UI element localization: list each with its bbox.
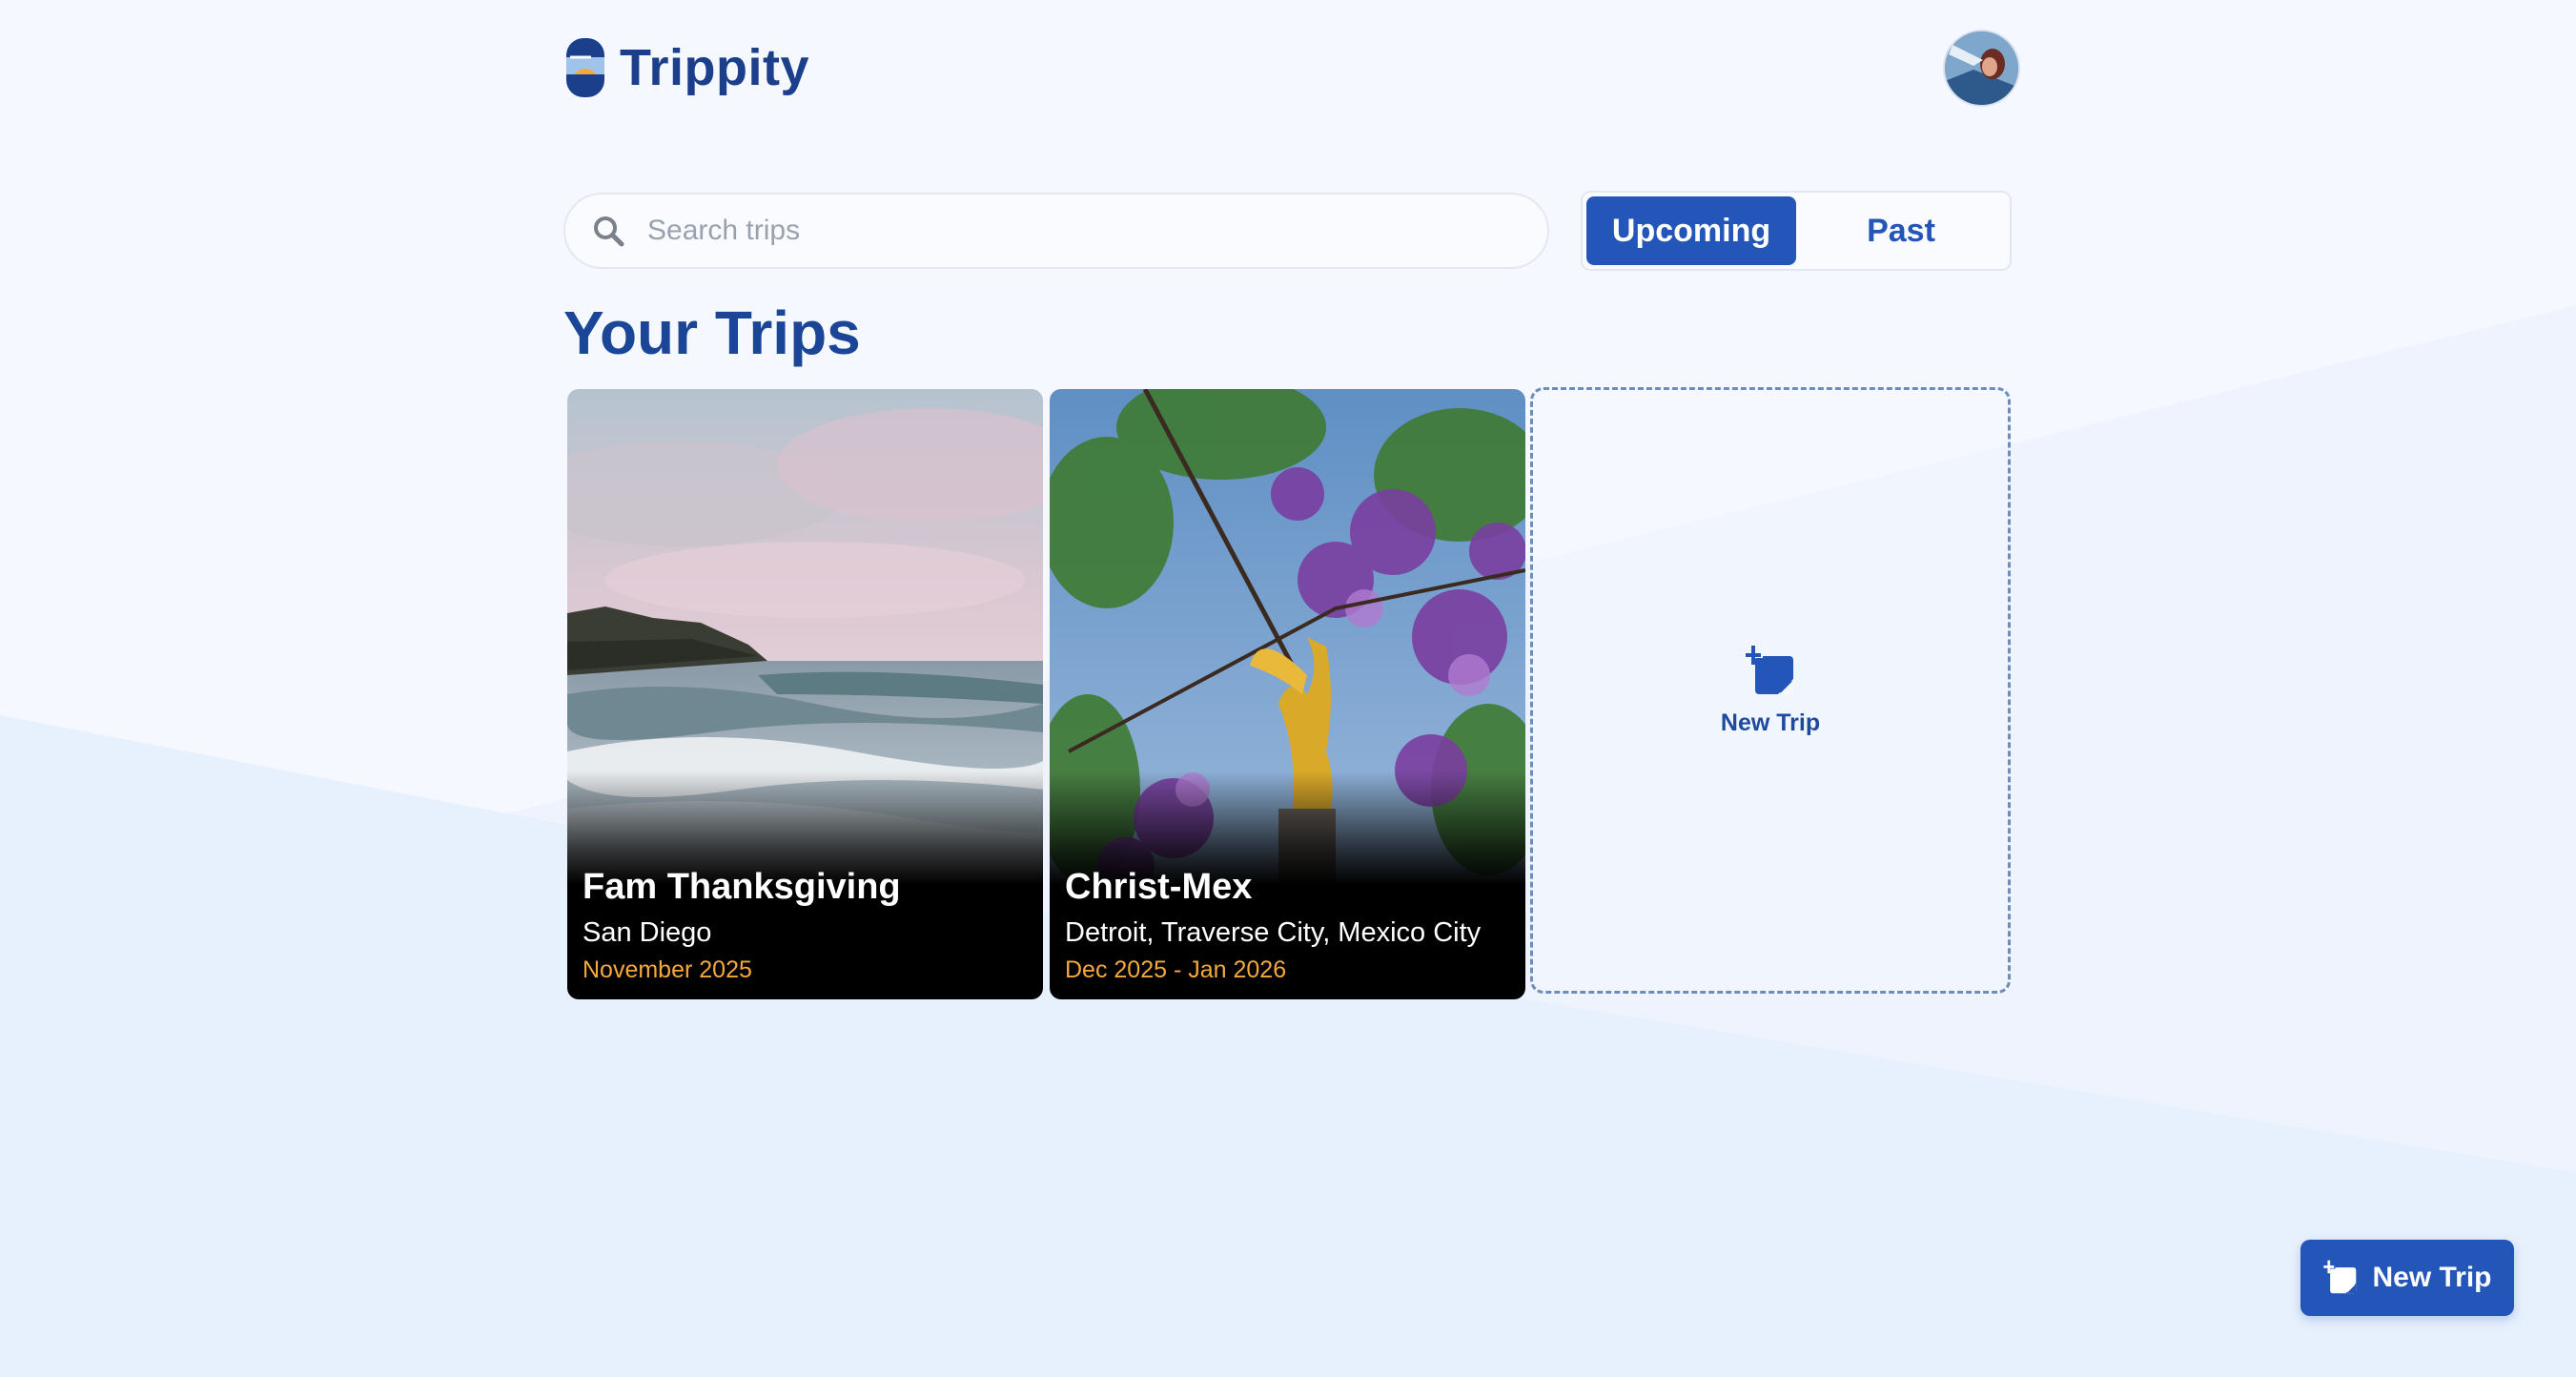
trip-places: San Diego [583,917,712,948]
new-trip-button-label: New Trip [2372,1262,2492,1293]
search-bar[interactable] [563,193,1549,269]
add-note-icon [1744,645,1793,694]
app-logo[interactable]: Trippity [564,36,809,99]
search-input[interactable] [647,215,1505,247]
trip-info: Christ-Mex Detroit, Traverse City, Mexic… [1065,867,1516,984]
new-trip-card[interactable]: New Trip [1530,387,2011,994]
trip-dates: Dec 2025 - Jan 2026 [1065,956,1287,983]
avatar-photo [1945,31,2018,105]
trip-name: Christ-Mex [1065,867,1253,907]
trip-card[interactable]: Fam Thanksgiving San Diego November 2025 [567,389,1043,999]
search-icon [594,216,624,247]
trip-name: Fam Thanksgiving [583,867,901,907]
page-title: Your Trips [563,298,861,367]
new-trip-button[interactable]: New Trip [2300,1240,2514,1316]
new-trip-card-label: New Trip [1720,709,1821,736]
trip-info: Fam Thanksgiving San Diego November 2025 [583,867,1033,984]
add-note-icon [2322,1260,2357,1294]
filter-upcoming-button[interactable]: Upcoming [1586,196,1796,265]
app-name: Trippity [620,39,810,96]
trip-dates: November 2025 [583,956,752,983]
app-page: Trippity Upcoming Past Your Trips [0,0,2576,1377]
trip-card[interactable]: Christ-Mex Detroit, Traverse City, Mexic… [1050,389,1525,999]
trip-filter-toggle: Upcoming Past [1581,191,2012,271]
user-avatar[interactable] [1943,30,2020,107]
logo-mark-icon [566,38,604,97]
filter-past-button[interactable]: Past [1796,196,2006,265]
trip-places: Detroit, Traverse City, Mexico City [1065,917,1482,948]
